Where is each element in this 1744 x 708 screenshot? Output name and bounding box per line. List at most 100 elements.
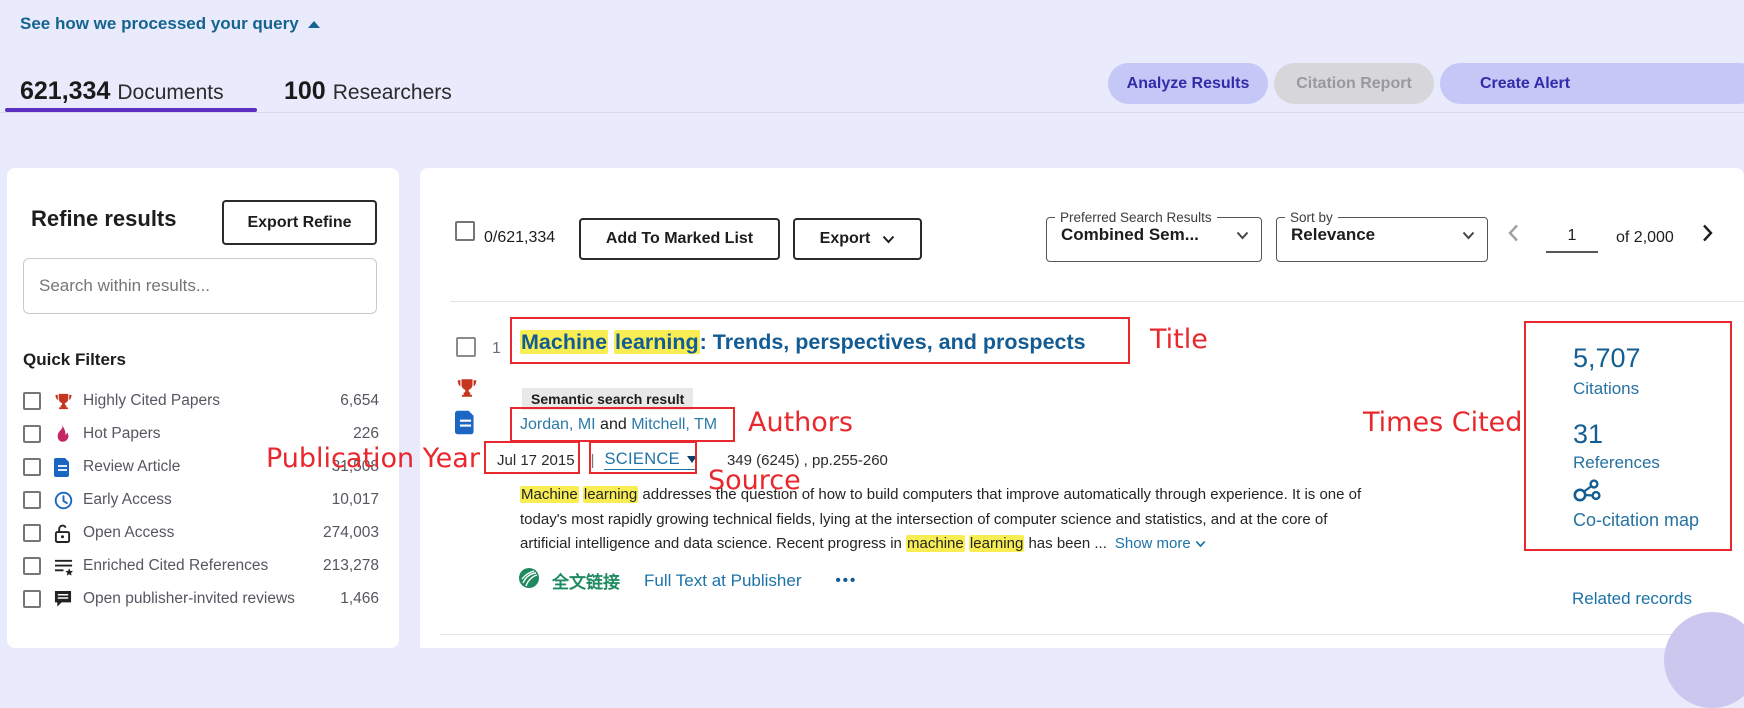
references-label[interactable]: References	[1573, 453, 1660, 473]
review-bubble-icon	[54, 590, 74, 608]
chevron-down-icon	[1462, 231, 1475, 240]
export-refine-button[interactable]: Export Refine	[222, 200, 377, 245]
flame-icon	[54, 425, 74, 444]
sort-by-select[interactable]: Sort by Relevance	[1276, 210, 1488, 262]
result-divider	[440, 634, 1730, 635]
documents-count: 621,334	[20, 77, 110, 106]
tab-researchers[interactable]: 100 Researchers	[284, 77, 452, 106]
show-more-link[interactable]: Show more	[1115, 535, 1206, 552]
next-page-button[interactable]	[1702, 224, 1713, 247]
filter-row-highly-cited: Highly Cited Papers 6,654	[23, 388, 379, 414]
references-count[interactable]: 31	[1573, 419, 1603, 450]
enriched-references-icon	[54, 557, 74, 576]
result-authors: Jordan, MI and Mitchell, TM	[520, 416, 717, 434]
page-of-label: of 2,000	[1616, 229, 1674, 247]
selection-count: 0/621,334	[484, 229, 555, 247]
authors-separator: and	[596, 416, 632, 433]
previous-page-button[interactable]	[1508, 224, 1519, 247]
result-meta-row: Jul 17 2015 | SCIENCE 349 (6245) , pp.25…	[497, 450, 888, 470]
collapse-arrow-icon	[308, 21, 320, 28]
filter-label[interactable]: Enriched Cited References	[83, 557, 268, 575]
tabs-divider	[0, 112, 1744, 113]
filter-label[interactable]: Early Access	[83, 491, 172, 509]
co-citation-network-icon[interactable]	[1572, 478, 1602, 509]
full-text-at-publisher-link[interactable]: Full Text at Publisher	[644, 571, 801, 591]
chevron-down-icon	[1195, 540, 1206, 548]
sort-by-legend: Sort by	[1285, 210, 1338, 225]
search-within-results-input[interactable]	[23, 258, 377, 314]
sort-by-value: Relevance	[1291, 225, 1375, 245]
abstract-text: Machine learning addresses the question …	[520, 486, 1361, 552]
filter-row-hot-papers: Hot Papers 226	[23, 421, 379, 447]
add-to-marked-list-button[interactable]: Add To Marked List	[579, 218, 780, 260]
filter-row-review-article: Review Article 31,508	[23, 454, 379, 480]
filter-count: 31,508	[332, 458, 379, 476]
more-options-button[interactable]: •••	[835, 572, 857, 589]
result-abstract: Machine learning addresses the question …	[520, 483, 1368, 557]
page-input[interactable]	[1546, 221, 1598, 253]
full-text-globe-icon	[518, 567, 540, 594]
full-text-row: 全文链接 Full Text at Publisher •••	[518, 567, 857, 594]
citations-label[interactable]: Citations	[1573, 379, 1639, 399]
filter-count: 213,278	[323, 557, 379, 575]
publication-date: Jul 17 2015	[497, 452, 575, 469]
export-label: Export	[820, 230, 871, 248]
source-journal-name: SCIENCE	[604, 450, 679, 469]
refine-results-title: Refine results	[31, 206, 177, 232]
researchers-count: 100	[284, 77, 326, 106]
filter-label[interactable]: Open Access	[83, 524, 174, 542]
filter-count: 274,003	[323, 524, 379, 542]
filter-row-publisher-reviews: Open publisher-invited reviews 1,466	[23, 586, 379, 612]
tab-documents[interactable]: 621,334 Documents	[20, 77, 224, 106]
export-button[interactable]: Export	[793, 218, 922, 260]
filter-count: 6,654	[340, 392, 379, 410]
related-records-link[interactable]: Related records	[1572, 589, 1692, 609]
co-citation-map-link[interactable]: Co-citation map	[1573, 510, 1699, 531]
preferred-search-results-value: Combined Sem...	[1061, 225, 1199, 245]
floating-action-button[interactable]	[1664, 612, 1744, 708]
early-access-checkbox[interactable]	[23, 491, 41, 509]
clock-icon	[54, 491, 74, 510]
result-index: 1	[492, 340, 501, 358]
citations-count[interactable]: 5,707	[1573, 343, 1641, 374]
analyze-results-button[interactable]: Analyze Results	[1108, 63, 1268, 104]
researchers-label: Researchers	[333, 81, 452, 105]
filter-label[interactable]: Highly Cited Papers	[83, 392, 220, 410]
citation-report-button[interactable]: Citation Report	[1274, 63, 1434, 104]
create-alert-button[interactable]: Create Alert	[1440, 63, 1744, 104]
preferred-search-results-legend: Preferred Search Results	[1055, 210, 1217, 225]
filter-row-enriched-references: Enriched Cited References 213,278	[23, 553, 379, 579]
filter-label[interactable]: Open publisher-invited reviews	[83, 590, 295, 608]
chevron-down-icon	[1236, 231, 1249, 240]
quick-filters-title: Quick Filters	[23, 350, 126, 370]
volume-pages: 349 (6245) , pp.255-260	[727, 452, 888, 469]
filter-count: 1,466	[340, 590, 379, 608]
result-title-link[interactable]: Machine learning: Trends, perspectives, …	[520, 330, 1086, 355]
select-all-checkbox[interactable]	[455, 221, 475, 241]
processed-query-link[interactable]: See how we processed your query	[20, 14, 320, 34]
toolbar-divider	[450, 301, 1744, 302]
author-link[interactable]: Jordan, MI	[520, 416, 596, 433]
open-lock-icon	[54, 524, 74, 543]
filter-row-open-access: Open Access 274,003	[23, 520, 379, 546]
enriched-references-checkbox[interactable]	[23, 557, 41, 575]
result-checkbox[interactable]	[456, 337, 476, 357]
filter-label[interactable]: Review Article	[83, 458, 180, 476]
meta-separator: |	[591, 452, 595, 469]
filter-count: 10,017	[332, 491, 379, 509]
publisher-reviews-checkbox[interactable]	[23, 590, 41, 608]
full-text-link-chinese[interactable]: 全文链接	[552, 568, 620, 593]
author-link[interactable]: Mitchell, TM	[631, 416, 717, 433]
highly-cited-trophy-icon	[456, 377, 478, 404]
preferred-search-results-select[interactable]: Preferred Search Results Combined Sem...	[1046, 210, 1262, 262]
documents-label: Documents	[117, 81, 223, 105]
source-journal-link[interactable]: SCIENCE	[604, 450, 696, 470]
hot-papers-checkbox[interactable]	[23, 425, 41, 443]
trophy-icon	[54, 392, 74, 411]
highly-cited-checkbox[interactable]	[23, 392, 41, 410]
filter-row-early-access: Early Access 10,017	[23, 487, 379, 513]
open-access-checkbox[interactable]	[23, 524, 41, 542]
document-icon	[455, 410, 476, 440]
review-article-checkbox[interactable]	[23, 458, 41, 476]
filter-label[interactable]: Hot Papers	[83, 425, 161, 443]
